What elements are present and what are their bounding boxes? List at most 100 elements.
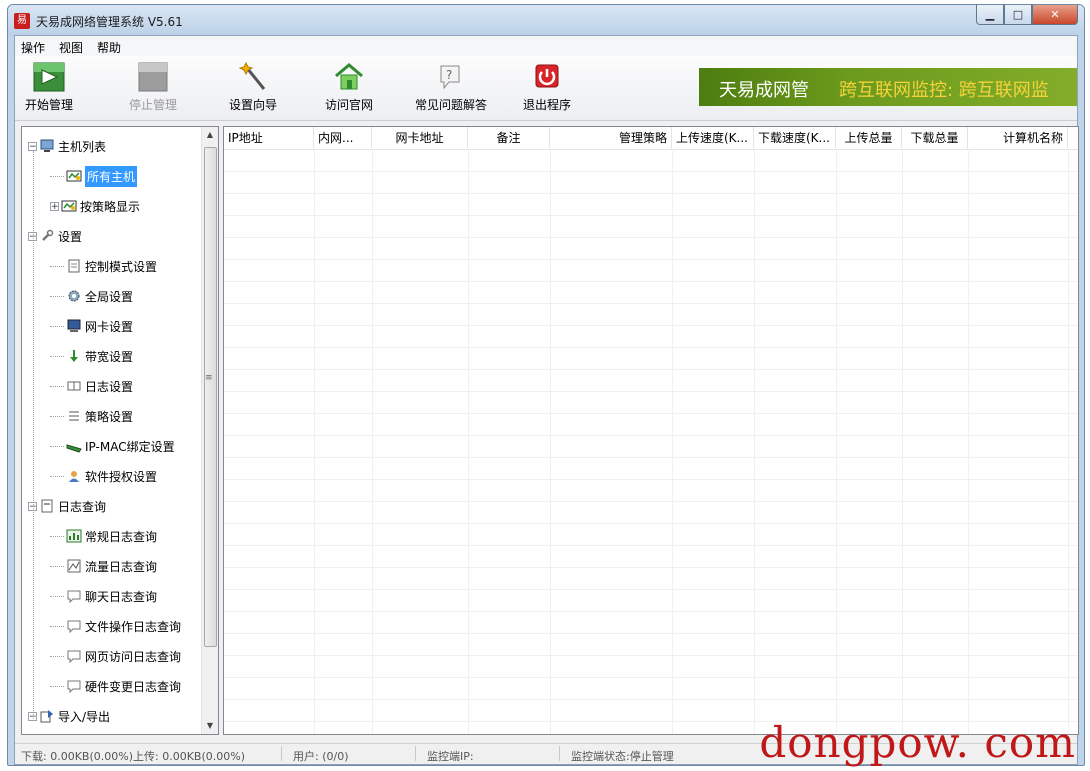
- list-icon: [66, 408, 82, 424]
- faq-button[interactable]: ? 常见问题解答: [413, 62, 489, 116]
- column-header[interactable]: IP地址: [224, 127, 314, 149]
- column-header[interactable]: 内网...: [314, 127, 372, 149]
- tree-item[interactable]: 文件操作日志查询: [50, 615, 181, 637]
- grid-row-line: [224, 677, 1078, 678]
- setup-wizard-button[interactable]: 设置向导: [215, 62, 291, 116]
- expand-icon[interactable]: +: [50, 201, 59, 211]
- column-header[interactable]: 计算机名称: [968, 127, 1068, 149]
- tree-item-label: 硬件变更日志查询: [85, 679, 182, 694]
- gear-icon: [66, 288, 82, 304]
- column-header[interactable]: 网卡地址: [372, 127, 468, 149]
- grid-row-line: [224, 567, 1078, 568]
- grid-row-line: [224, 325, 1078, 326]
- grid-row-line: [224, 391, 1078, 392]
- banner-brand-text: 天易成网管: [719, 80, 809, 101]
- navigation-tree: − 主机列表 所有主机 + 按策略显示 − 设置 控制模式设置 全局设置 网卡设置 带宽设置 日志设置…: [21, 126, 219, 735]
- tree-item[interactable]: 带宽设置: [50, 345, 133, 367]
- maximize-button[interactable]: □: [1004, 5, 1032, 25]
- column-header[interactable]: 下载速度(K...: [754, 127, 836, 149]
- grid-row-line: [224, 545, 1078, 546]
- document-icon: [66, 258, 82, 274]
- collapse-icon[interactable]: −: [28, 141, 37, 151]
- grid-row-line: [224, 413, 1078, 414]
- app-window: 易 天易成网络管理系统 V5.61 ▁ □ ✕ 操作 视图 帮助 开始管理 停止…: [7, 4, 1085, 766]
- tree-item[interactable]: 所有主机: [50, 165, 138, 187]
- tree-connector: [50, 685, 64, 687]
- tree-connector: [50, 595, 64, 597]
- tree-item[interactable]: 网页访问日志查询: [50, 645, 181, 667]
- host-list[interactable]: IP地址 内网... 网卡地址 备注 管理策略 上传速度(K... 下载速度(K... 上传总…: [223, 126, 1079, 735]
- exit-button[interactable]: 退出程序: [509, 62, 585, 116]
- tree-scrollbar[interactable]: ▲ ≡ ▼: [201, 127, 218, 734]
- tree-item-label: IP-MAC绑定设置: [85, 439, 175, 454]
- grid-row-line: [224, 699, 1078, 700]
- tree-item-label: 聊天日志查询: [85, 589, 158, 604]
- tree-connector: [50, 265, 64, 267]
- tree-item[interactable]: 聊天日志查询: [50, 585, 157, 607]
- tree-guide-line: [33, 151, 34, 721]
- tree-connector: [50, 535, 64, 537]
- tree-item[interactable]: 硬件变更日志查询: [50, 675, 181, 697]
- tree-item[interactable]: 控制模式设置: [50, 255, 157, 277]
- watermark: dongpow. com: [759, 718, 1076, 767]
- tree-connector: [50, 655, 64, 657]
- grid-row-line: [224, 457, 1078, 458]
- tree-item[interactable]: − 日志查询: [28, 495, 106, 517]
- start-manage-button[interactable]: 开始管理: [11, 62, 87, 116]
- tree-item[interactable]: − 导入/导出: [28, 705, 110, 727]
- tree-item-label: 设置: [58, 229, 83, 244]
- status-monitor-state: 监控端状态:停止管理: [571, 750, 674, 763]
- menu-view[interactable]: 视图: [59, 39, 83, 56]
- tree-item[interactable]: − 设置: [28, 225, 82, 247]
- tree-item-label: 控制模式设置: [85, 259, 158, 274]
- menu-operate[interactable]: 操作: [21, 39, 45, 56]
- chat-bubble-icon: [66, 588, 82, 604]
- import-export-icon: [39, 708, 55, 724]
- scroll-thumb[interactable]: [204, 147, 217, 647]
- tree-item[interactable]: 策略设置: [50, 405, 133, 427]
- tree-item-label: 软件授权设置: [85, 469, 158, 484]
- tree-item-label: 主机列表: [58, 139, 107, 154]
- status-users: 用户: (0/0): [293, 750, 349, 763]
- visit-website-label: 访问官网: [324, 98, 373, 112]
- tree-item[interactable]: 常规日志查询: [50, 525, 157, 547]
- tree-item-label: 网页访问日志查询: [85, 649, 182, 664]
- tree-connector: [50, 565, 64, 567]
- tree-connector: [50, 625, 64, 627]
- tree-item-label: 日志设置: [85, 379, 134, 394]
- tree-item-label: 常规日志查询: [85, 529, 158, 544]
- start-manage-icon: [33, 62, 65, 92]
- tree-item[interactable]: 全局设置: [50, 285, 133, 307]
- visit-website-button[interactable]: 访问官网: [311, 62, 387, 116]
- minimize-button[interactable]: ▁: [976, 5, 1004, 25]
- wizard-wand-icon: [237, 62, 269, 92]
- tree-item[interactable]: 软件授权设置: [50, 465, 157, 487]
- column-header[interactable]: 备注: [468, 127, 550, 149]
- close-button[interactable]: ✕: [1032, 5, 1078, 25]
- column-header[interactable]: 上传总量: [836, 127, 902, 149]
- scroll-down-arrow-icon[interactable]: ▼: [202, 718, 218, 734]
- stop-manage-button[interactable]: 停止管理: [115, 62, 191, 116]
- menu-help[interactable]: 帮助: [97, 39, 121, 56]
- tree-item[interactable]: 网卡设置: [50, 315, 133, 337]
- tree-connector: [50, 355, 64, 357]
- traffic-icon: [66, 558, 82, 574]
- grid-row-line: [224, 347, 1078, 348]
- tree-item-label: 策略设置: [85, 409, 134, 424]
- stop-manage-icon: [137, 62, 169, 92]
- tree-item[interactable]: 流量日志查询: [50, 555, 157, 577]
- column-header[interactable]: 下载总量: [902, 127, 968, 149]
- column-header[interactable]: 管理策略: [550, 127, 672, 149]
- scroll-up-arrow-icon[interactable]: ▲: [202, 127, 218, 143]
- status-download: 下载: 0.00KB(0.00%): [21, 750, 133, 763]
- toolbar: 开始管理 停止管理 设置向导 访问官网 ? 常见问题解答 退出程序 天易成网管 …: [15, 56, 1077, 121]
- tree-item[interactable]: − 主机列表: [28, 135, 106, 157]
- banner-slogan-text: 跨互联网监控: 跨互联网监: [839, 80, 1049, 101]
- grid-row-line: [224, 193, 1078, 194]
- tree-item[interactable]: + 按策略显示: [50, 195, 140, 217]
- tree-item[interactable]: 日志设置: [50, 375, 133, 397]
- tree-item[interactable]: IP-MAC绑定设置: [50, 435, 175, 457]
- grid-row-line: [224, 303, 1078, 304]
- grid-row-line: [224, 215, 1078, 216]
- column-header[interactable]: 上传速度(K...: [672, 127, 754, 149]
